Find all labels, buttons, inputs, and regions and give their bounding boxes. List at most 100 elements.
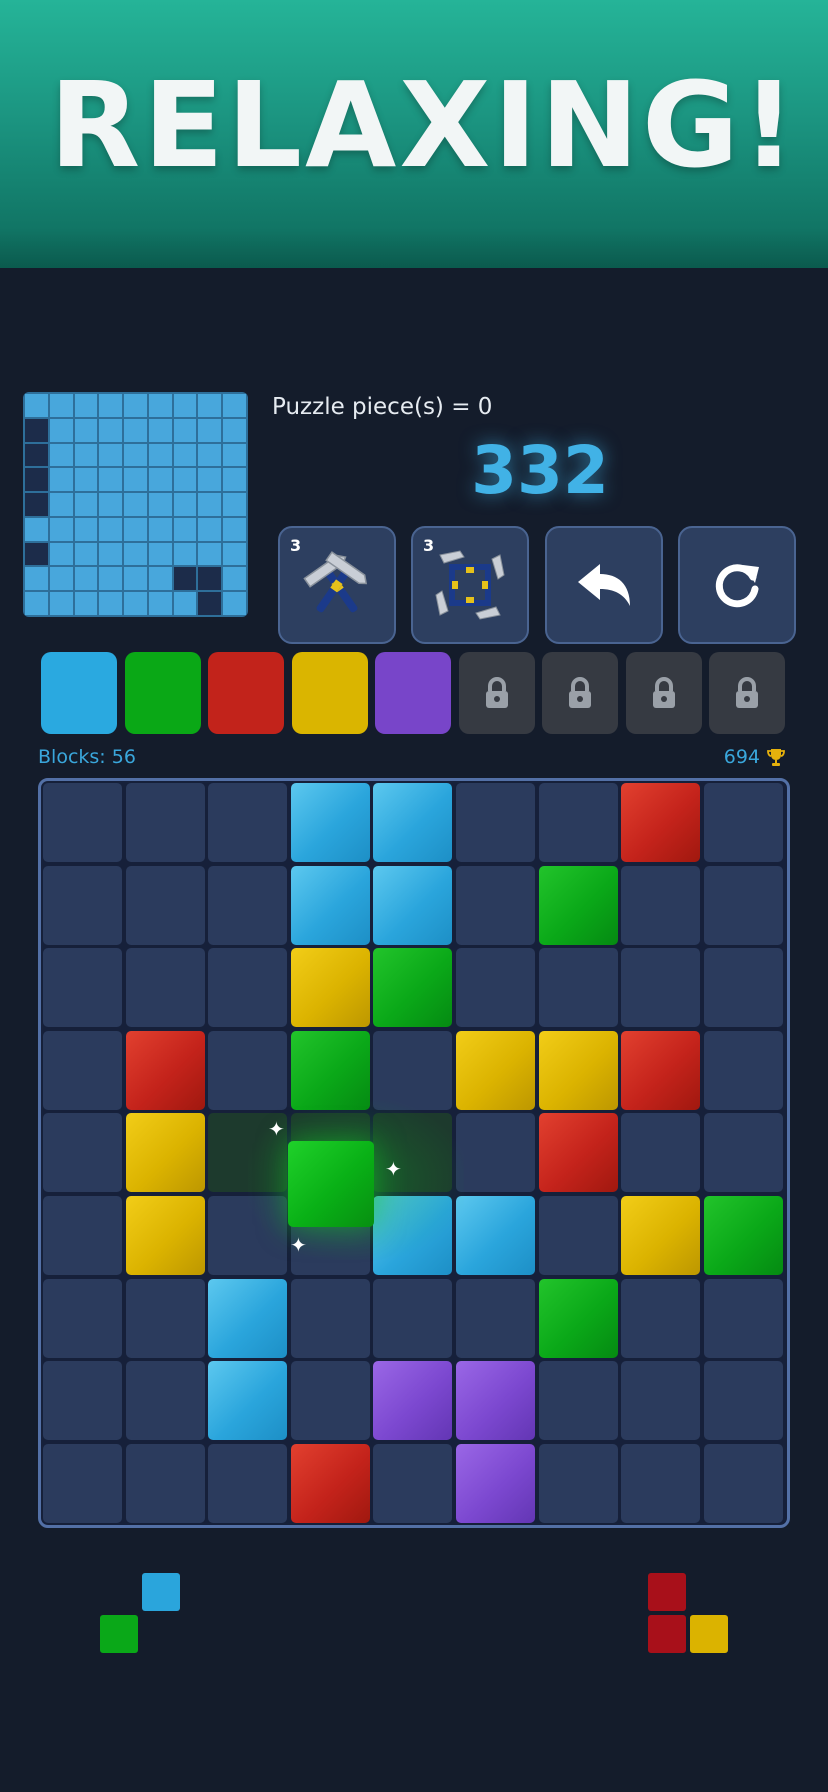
empty-cell[interactable] xyxy=(703,783,783,862)
red-block[interactable] xyxy=(621,1030,701,1110)
empty-cell[interactable] xyxy=(43,783,122,862)
locked-color-slot[interactable] xyxy=(542,652,618,734)
empty-cell[interactable] xyxy=(538,1443,618,1523)
empty-cell[interactable] xyxy=(43,1278,122,1358)
empty-cell[interactable] xyxy=(125,1278,205,1358)
empty-cell[interactable] xyxy=(538,1196,618,1275)
empty-cell[interactable] xyxy=(621,865,701,945)
empty-cell[interactable] xyxy=(703,948,783,1028)
next-piece-block[interactable] xyxy=(100,1615,138,1653)
locked-color-slot[interactable] xyxy=(625,652,702,734)
blue-block[interactable] xyxy=(373,1196,453,1275)
next-piece-block[interactable] xyxy=(690,1615,728,1653)
hammer-button[interactable]: 3 xyxy=(278,526,396,644)
empty-cell[interactable] xyxy=(43,1443,122,1523)
green-block[interactable] xyxy=(703,1196,783,1275)
empty-cell[interactable] xyxy=(208,948,288,1028)
green-block[interactable] xyxy=(373,948,453,1028)
empty-cell[interactable] xyxy=(621,1113,701,1193)
empty-cell[interactable] xyxy=(43,948,122,1028)
empty-cell[interactable] xyxy=(621,948,701,1028)
next-piece-block[interactable] xyxy=(648,1615,686,1653)
empty-cell[interactable] xyxy=(703,1361,783,1441)
empty-cell[interactable] xyxy=(43,1030,122,1110)
empty-cell[interactable] xyxy=(373,1443,453,1523)
color-swatch[interactable] xyxy=(124,652,201,734)
locked-color-slot[interactable] xyxy=(458,652,535,734)
red-block[interactable] xyxy=(538,1113,618,1193)
empty-cell[interactable] xyxy=(538,783,618,862)
empty-cell[interactable] xyxy=(703,865,783,945)
blue-block[interactable] xyxy=(373,865,453,945)
blue-block[interactable] xyxy=(290,783,370,862)
yellow-block[interactable] xyxy=(125,1113,205,1193)
lock-icon xyxy=(569,677,591,708)
dragged-green-block[interactable] xyxy=(288,1141,374,1227)
yellow-block[interactable] xyxy=(538,1030,618,1110)
empty-cell[interactable] xyxy=(621,1278,701,1358)
empty-cell[interactable] xyxy=(208,865,288,945)
multi-hammer-button[interactable]: 3 xyxy=(411,526,529,644)
red-block[interactable] xyxy=(125,1030,205,1110)
purple-block[interactable] xyxy=(456,1361,535,1441)
yellow-block[interactable] xyxy=(621,1196,701,1275)
blue-block[interactable] xyxy=(373,783,453,862)
blue-block[interactable] xyxy=(208,1361,288,1441)
game-board[interactable] xyxy=(38,778,790,1528)
next-piece-block[interactable] xyxy=(648,1573,686,1611)
empty-cell[interactable] xyxy=(208,783,288,862)
empty-cell[interactable] xyxy=(621,1361,701,1441)
yellow-block[interactable] xyxy=(456,1030,535,1110)
red-block[interactable] xyxy=(290,1443,370,1523)
color-swatch[interactable] xyxy=(208,652,284,734)
minimap-cell xyxy=(25,567,48,591)
empty-cell[interactable] xyxy=(703,1278,783,1358)
blue-block[interactable] xyxy=(290,865,370,945)
blue-block[interactable] xyxy=(456,1196,535,1275)
green-block[interactable] xyxy=(290,1030,370,1110)
empty-cell[interactable] xyxy=(290,1361,370,1441)
color-swatch[interactable] xyxy=(375,652,451,734)
empty-cell[interactable] xyxy=(373,1030,453,1110)
purple-block[interactable] xyxy=(456,1443,535,1523)
blue-block[interactable] xyxy=(208,1278,288,1358)
empty-cell[interactable] xyxy=(208,1196,288,1275)
empty-cell[interactable] xyxy=(456,865,535,945)
empty-cell[interactable] xyxy=(703,1030,783,1110)
empty-cell[interactable] xyxy=(621,1443,701,1523)
undo-button[interactable] xyxy=(545,526,663,644)
empty-cell[interactable] xyxy=(538,1361,618,1441)
empty-cell[interactable] xyxy=(456,783,535,862)
empty-cell[interactable] xyxy=(538,948,618,1028)
empty-cell[interactable] xyxy=(43,1196,122,1275)
locked-color-slot[interactable] xyxy=(709,652,785,734)
empty-cell[interactable] xyxy=(43,1113,122,1193)
red-block[interactable] xyxy=(621,783,701,862)
yellow-block[interactable] xyxy=(290,948,370,1028)
green-block[interactable] xyxy=(538,865,618,945)
restart-button[interactable] xyxy=(678,526,796,644)
empty-cell[interactable] xyxy=(208,1030,288,1110)
empty-cell[interactable] xyxy=(373,1278,453,1358)
color-swatch[interactable] xyxy=(41,652,117,734)
color-swatch[interactable] xyxy=(291,652,368,734)
empty-cell[interactable] xyxy=(125,783,205,862)
empty-cell[interactable] xyxy=(125,1361,205,1441)
minimap-cell xyxy=(173,493,197,516)
empty-cell[interactable] xyxy=(456,1113,535,1193)
empty-cell[interactable] xyxy=(125,865,205,945)
empty-cell[interactable] xyxy=(125,1443,205,1523)
empty-cell[interactable] xyxy=(290,1278,370,1358)
empty-cell[interactable] xyxy=(43,1361,122,1441)
empty-cell[interactable] xyxy=(43,865,122,945)
empty-cell[interactable] xyxy=(456,1278,535,1358)
empty-cell[interactable] xyxy=(125,948,205,1028)
empty-cell[interactable] xyxy=(456,948,535,1028)
yellow-block[interactable] xyxy=(125,1196,205,1275)
empty-cell[interactable] xyxy=(703,1113,783,1193)
empty-cell[interactable] xyxy=(703,1443,783,1523)
empty-cell[interactable] xyxy=(208,1443,288,1523)
next-piece-block[interactable] xyxy=(142,1573,180,1611)
green-block[interactable] xyxy=(538,1278,618,1358)
purple-block[interactable] xyxy=(373,1361,453,1441)
